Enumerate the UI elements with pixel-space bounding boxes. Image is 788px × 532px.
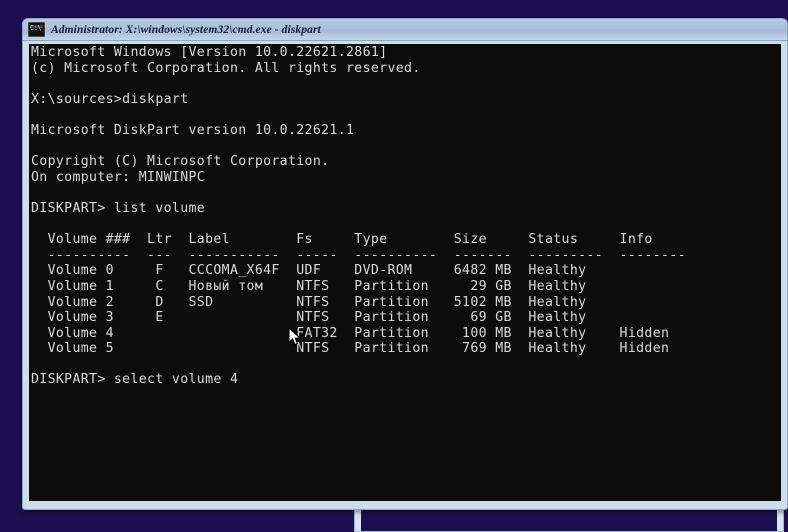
desktop-background: Administrator: X:\windows\system32\cmd.e… <box>0 0 788 532</box>
command-prompt-window[interactable]: Administrator: X:\windows\system32\cmd.e… <box>22 18 788 510</box>
window-title-bar[interactable]: Administrator: X:\windows\system32\cmd.e… <box>23 19 787 41</box>
background-window-client-area <box>361 507 777 531</box>
window-title-text: Administrator: X:\windows\system32\cmd.e… <box>51 23 321 36</box>
console-client-area[interactable]: Microsoft Windows [Version 10.0.22621.28… <box>29 44 781 501</box>
console-output-text: Microsoft Windows [Version 10.0.22621.28… <box>31 45 686 388</box>
cmd-icon <box>28 22 45 37</box>
